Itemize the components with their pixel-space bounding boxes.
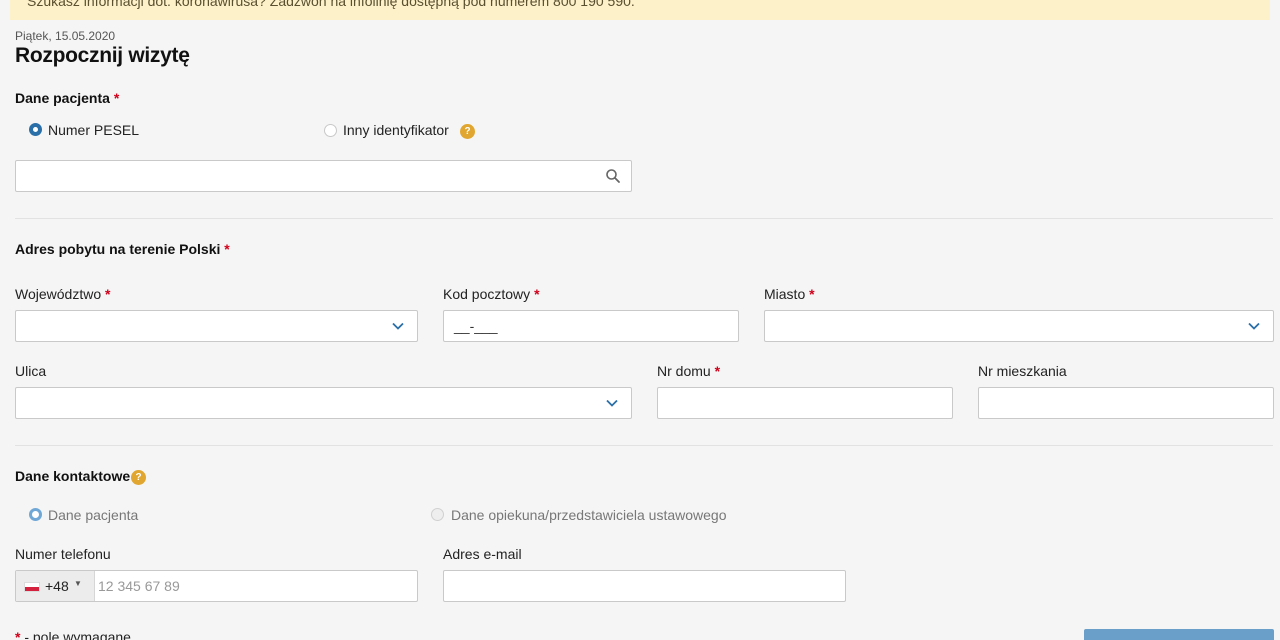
current-date: Piątek, 15.05.2020 [15, 29, 116, 43]
info-banner: Szukasz informacji dot. koronawirusa? Za… [10, 0, 1270, 20]
required-mark: * [15, 629, 21, 640]
phone-input[interactable]: +48 ▼ 12 345 67 89 [15, 570, 418, 602]
street-label: Ulica [15, 363, 47, 379]
patient-id-search-input[interactable] [15, 160, 632, 192]
required-mark: * [534, 286, 540, 302]
next-button[interactable] [1084, 629, 1274, 640]
postal-code-label: Kod pocztowy * [443, 286, 540, 302]
poland-flag-icon [24, 582, 40, 592]
house-number-label-text: Nr domu [657, 363, 711, 379]
phone-label: Numer telefonu [15, 546, 111, 562]
address-section-label-text: Adres pobytu na terenie Polski [15, 241, 221, 257]
radio-other-id-label[interactable]: Inny identyfikator [343, 122, 449, 138]
required-legend: * - pole wymagane [15, 629, 131, 640]
radio-contact-guardian[interactable] [431, 508, 444, 521]
radio-pesel[interactable] [29, 123, 42, 136]
postal-code-value: __-___ [454, 318, 498, 334]
help-icon[interactable]: ? [131, 470, 146, 485]
help-icon[interactable]: ? [460, 124, 475, 139]
postal-code-input[interactable]: __-___ [443, 310, 739, 342]
search-icon[interactable] [605, 168, 621, 184]
required-mark: * [224, 241, 230, 257]
email-input[interactable] [443, 570, 846, 602]
page-title: Rozpocznij wizytę [15, 44, 190, 67]
city-select[interactable] [764, 310, 1274, 342]
required-mark: * [113, 90, 120, 106]
street-select[interactable] [15, 387, 632, 419]
voivodeship-select[interactable] [15, 310, 418, 342]
phone-prefix-select[interactable]: +48 ▼ [16, 571, 95, 601]
info-banner-text: Szukasz informacji dot. koronawirusa? Za… [27, 0, 635, 9]
radio-pesel-label[interactable]: Numer PESEL [48, 122, 139, 138]
patient-section-label: Dane pacjenta * [15, 90, 119, 106]
required-mark: * [714, 363, 721, 379]
phone-prefix-value: +48 [45, 578, 69, 594]
chevron-down-icon [1248, 322, 1260, 330]
voivodeship-label-text: Województwo [15, 286, 102, 302]
chevron-down-icon [392, 322, 404, 330]
house-number-input[interactable] [657, 387, 953, 419]
divider [15, 218, 1273, 219]
radio-contact-guardian-label[interactable]: Dane opiekuna/przedstawiciela ustawowego [451, 507, 727, 523]
radio-other-id[interactable] [324, 124, 337, 137]
apartment-number-input[interactable] [978, 387, 1274, 419]
caret-down-icon: ▼ [74, 579, 82, 588]
phone-placeholder: 12 345 67 89 [98, 578, 180, 594]
apartment-number-label: Nr mieszkania [978, 363, 1067, 379]
city-label: Miasto * [764, 286, 815, 302]
chevron-down-icon [606, 399, 618, 407]
required-mark: * [809, 286, 815, 302]
city-label-text: Miasto [764, 286, 806, 302]
required-mark: * [105, 286, 111, 302]
contact-section-label: Dane kontaktowe [15, 468, 131, 484]
radio-contact-patient[interactable] [29, 508, 42, 521]
house-number-label: Nr domu * [657, 363, 720, 379]
patient-section-label-text: Dane pacjenta [15, 90, 110, 106]
radio-contact-patient-label[interactable]: Dane pacjenta [48, 507, 138, 523]
address-section-label: Adres pobytu na terenie Polski * [15, 241, 230, 257]
voivodeship-label: Województwo * [15, 286, 110, 302]
required-legend-text: - pole wymagane [24, 629, 131, 640]
postal-code-label-text: Kod pocztowy [443, 286, 531, 302]
divider [15, 445, 1273, 446]
email-label: Adres e-mail [443, 546, 522, 562]
